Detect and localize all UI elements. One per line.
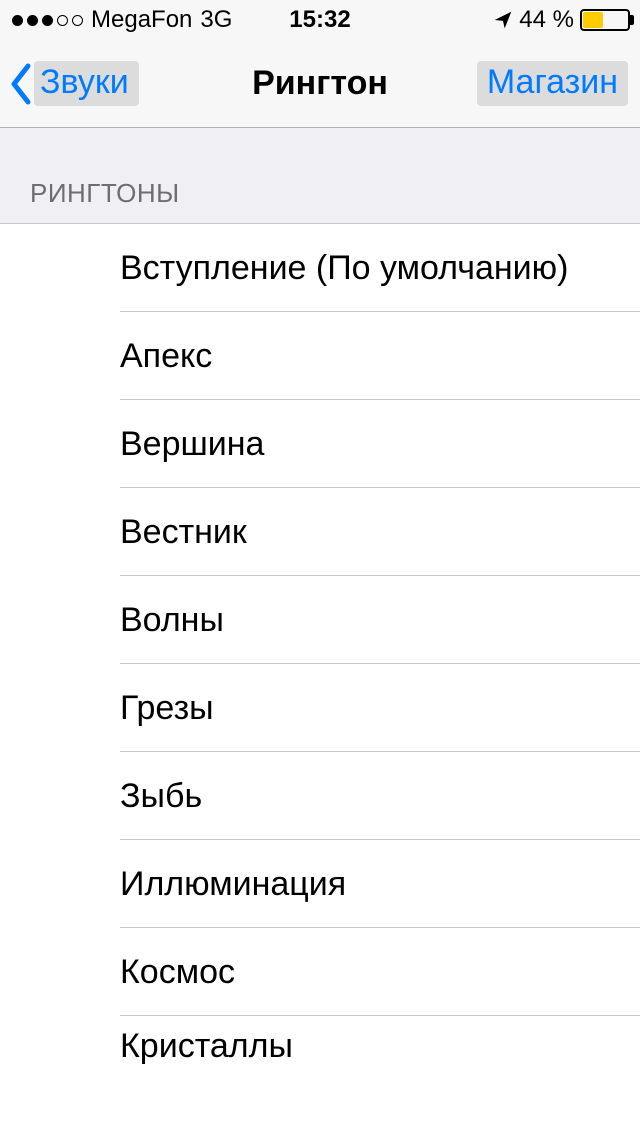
status-bar: MegaFon 3G 15:32 44 % — [0, 0, 640, 40]
ringtone-label: Вершина — [120, 425, 264, 464]
ringtones-list: Вступление (По умолчанию) Апекс Вершина … — [0, 224, 640, 1076]
battery-percent-label: 44 % — [519, 6, 574, 34]
ringtone-label: Волны — [120, 601, 224, 640]
list-item[interactable]: Грезы — [0, 664, 640, 752]
list-item[interactable]: Иллюминация — [0, 840, 640, 928]
list-item[interactable]: Волны — [0, 576, 640, 664]
ringtone-label: Апекс — [120, 337, 212, 376]
ringtone-label: Грезы — [120, 689, 214, 728]
list-item[interactable]: Вершина — [0, 400, 640, 488]
list-item[interactable]: Зыбь — [0, 752, 640, 840]
network-type-label: 3G — [200, 6, 232, 34]
carrier-label: MegaFon — [91, 6, 192, 34]
list-item[interactable]: Кристаллы — [0, 1016, 640, 1076]
signal-strength-icon — [12, 15, 83, 26]
list-item[interactable]: Вестник — [0, 488, 640, 576]
ringtone-label: Кристаллы — [120, 1027, 293, 1066]
nav-bar: Звуки Рингтон Магазин — [0, 40, 640, 128]
ringtone-label: Космос — [120, 953, 235, 992]
list-item[interactable]: Вступление (По умолчанию) — [0, 224, 640, 312]
back-button-label: Звуки — [34, 61, 139, 106]
status-left: MegaFon 3G — [12, 6, 232, 34]
list-item[interactable]: Космос — [0, 928, 640, 1016]
battery-icon — [580, 9, 630, 31]
store-button[interactable]: Магазин — [477, 61, 628, 106]
chevron-left-icon — [8, 62, 34, 106]
clock-label: 15:32 — [289, 6, 350, 34]
status-right: 44 % — [493, 6, 630, 34]
location-icon — [493, 10, 513, 30]
ringtone-label: Вестник — [120, 513, 247, 552]
ringtone-label: Зыбь — [120, 777, 202, 816]
ringtone-label: Иллюминация — [120, 865, 346, 904]
list-item[interactable]: Апекс — [0, 312, 640, 400]
page-title: Рингтон — [252, 64, 388, 103]
back-button[interactable]: Звуки — [8, 61, 139, 106]
battery-level — [583, 12, 603, 28]
ringtone-label: Вступление (По умолчанию) — [120, 249, 569, 288]
section-header-ringtones: РИНГТОНЫ — [0, 128, 640, 224]
